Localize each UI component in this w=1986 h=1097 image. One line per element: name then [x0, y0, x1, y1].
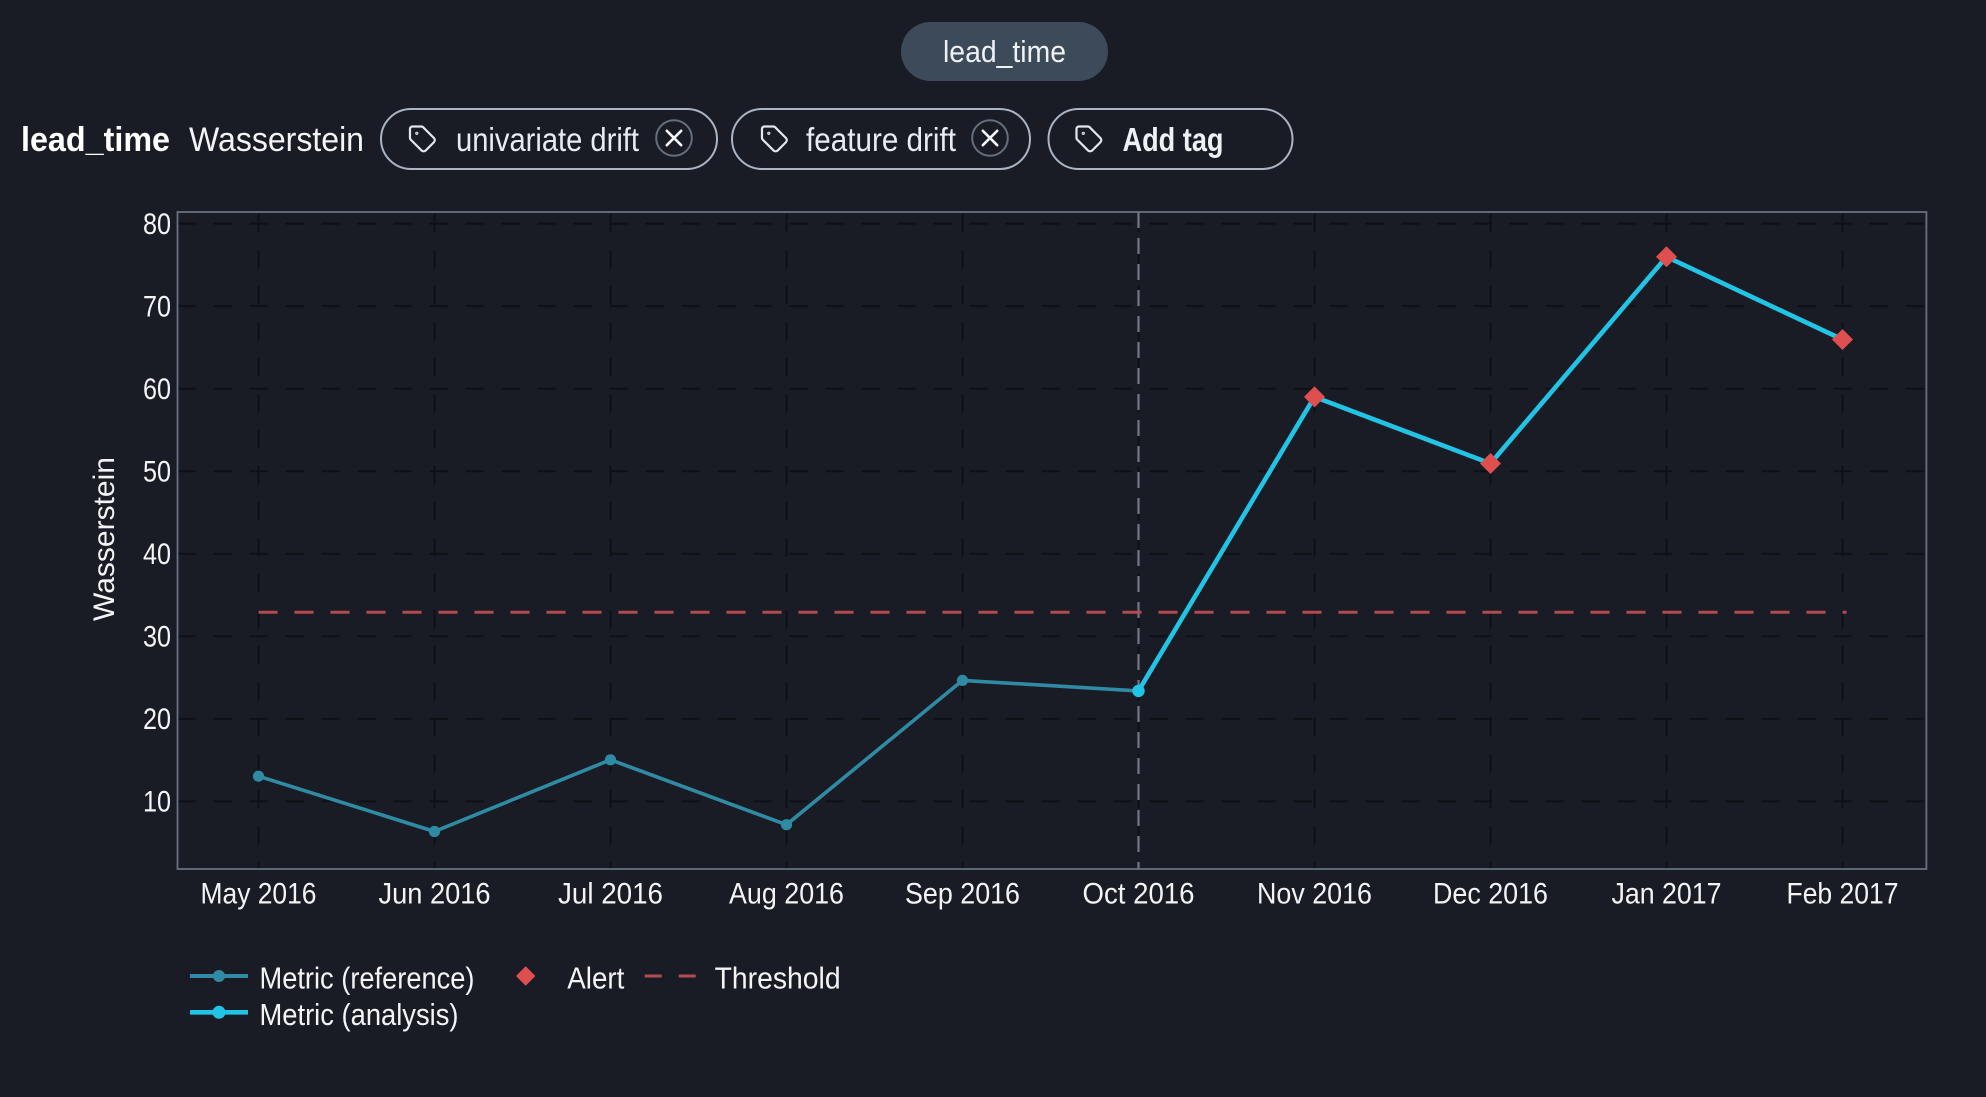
svg-text:May 2016: May 2016: [201, 878, 317, 911]
svg-text:Metric (analysis): Metric (analysis): [260, 997, 459, 1032]
svg-text:60: 60: [143, 373, 171, 406]
svg-text:Alert: Alert: [567, 961, 624, 996]
svg-text:Dec 2016: Dec 2016: [1433, 878, 1548, 911]
svg-text:Nov 2016: Nov 2016: [1257, 878, 1372, 911]
svg-text:Wasserstein: Wasserstein: [189, 121, 364, 159]
svg-text:Jun 2016: Jun 2016: [379, 878, 491, 911]
svg-text:feature drift: feature drift: [806, 121, 956, 158]
svg-text:univariate drift: univariate drift: [456, 121, 639, 158]
svg-text:10: 10: [143, 786, 171, 819]
svg-text:Metric (reference): Metric (reference): [260, 961, 475, 996]
svg-text:Wasserstein: Wasserstein: [88, 457, 121, 621]
svg-text:70: 70: [143, 290, 171, 323]
svg-text:lead_time: lead_time: [21, 121, 170, 159]
svg-text:Add tag: Add tag: [1123, 121, 1224, 158]
svg-text:Feb 2017: Feb 2017: [1787, 878, 1899, 911]
svg-text:80: 80: [143, 208, 171, 241]
svg-text:50: 50: [143, 455, 171, 488]
svg-text:Sep 2016: Sep 2016: [905, 878, 1020, 911]
svg-text:lead_time: lead_time: [943, 34, 1066, 69]
svg-text:40: 40: [143, 538, 171, 571]
svg-text:20: 20: [143, 703, 171, 736]
svg-text:Jul 2016: Jul 2016: [558, 878, 663, 911]
svg-text:Oct 2016: Oct 2016: [1083, 878, 1195, 911]
svg-text:Threshold: Threshold: [715, 961, 841, 996]
svg-text:Jan 2017: Jan 2017: [1612, 878, 1722, 911]
svg-text:Aug 2016: Aug 2016: [729, 878, 844, 911]
svg-text:30: 30: [143, 621, 171, 654]
